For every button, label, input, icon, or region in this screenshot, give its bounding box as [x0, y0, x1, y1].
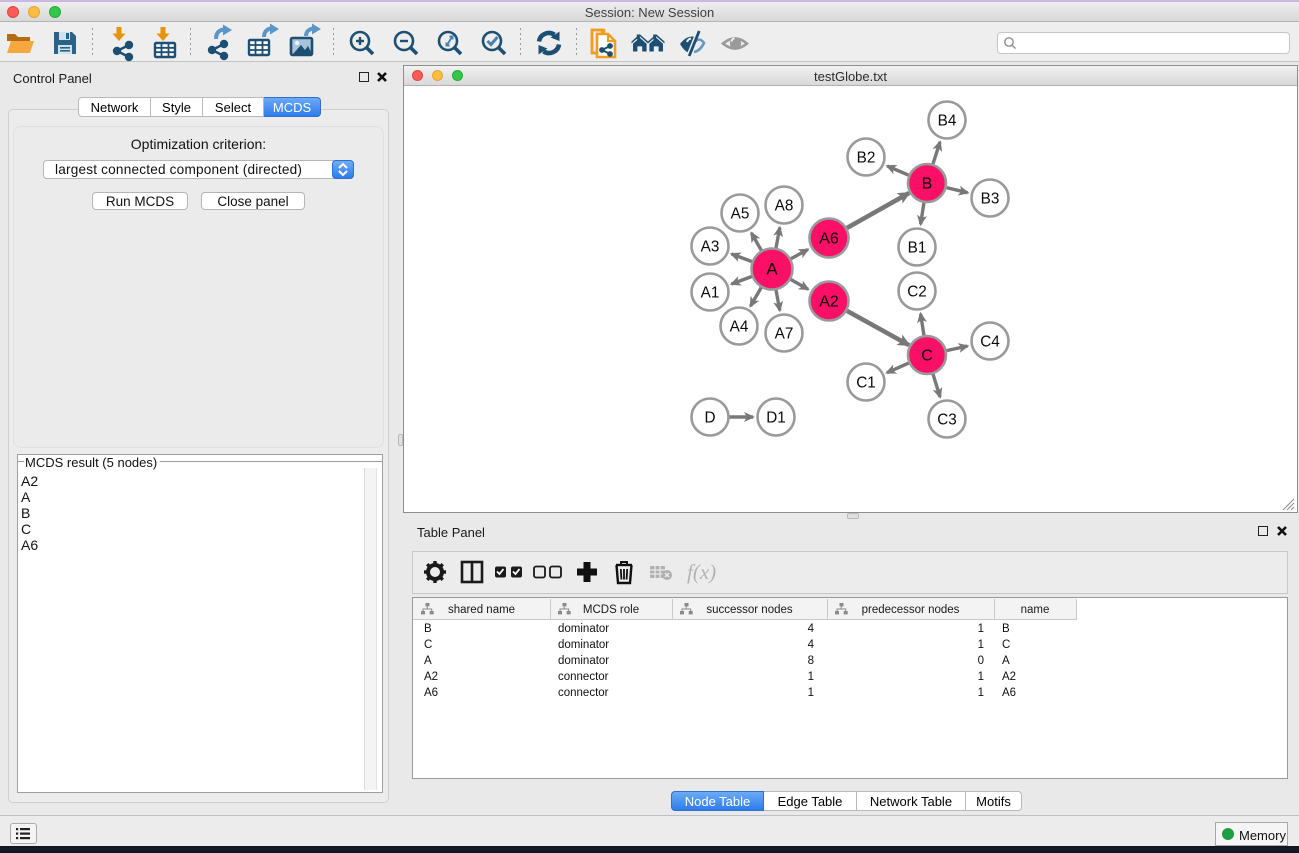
svg-text:A6: A6	[819, 231, 839, 248]
svg-text:A4: A4	[730, 319, 749, 336]
svg-text:C3: C3	[937, 412, 957, 429]
svg-text:f(x): f(x)	[687, 560, 716, 584]
svg-text:C2: C2	[907, 284, 927, 301]
svg-text:A1: A1	[701, 285, 720, 302]
svg-text:A: A	[766, 260, 778, 279]
svg-text:C4: C4	[980, 334, 1000, 351]
svg-text:B: B	[922, 176, 933, 193]
svg-text:A2: A2	[819, 294, 839, 311]
svg-text:B1: B1	[908, 240, 927, 257]
svg-text:A7: A7	[775, 326, 794, 343]
svg-text:B2: B2	[857, 150, 876, 167]
svg-text:A3: A3	[701, 239, 720, 256]
svg-text:C: C	[921, 348, 933, 365]
svg-text:C1: C1	[856, 375, 876, 392]
svg-text:A8: A8	[775, 198, 794, 215]
svg-text:D1: D1	[766, 410, 786, 427]
svg-text:A5: A5	[731, 206, 750, 223]
svg-text:D: D	[704, 410, 715, 427]
svg-text:B4: B4	[938, 113, 957, 130]
svg-text:B3: B3	[981, 191, 1000, 208]
